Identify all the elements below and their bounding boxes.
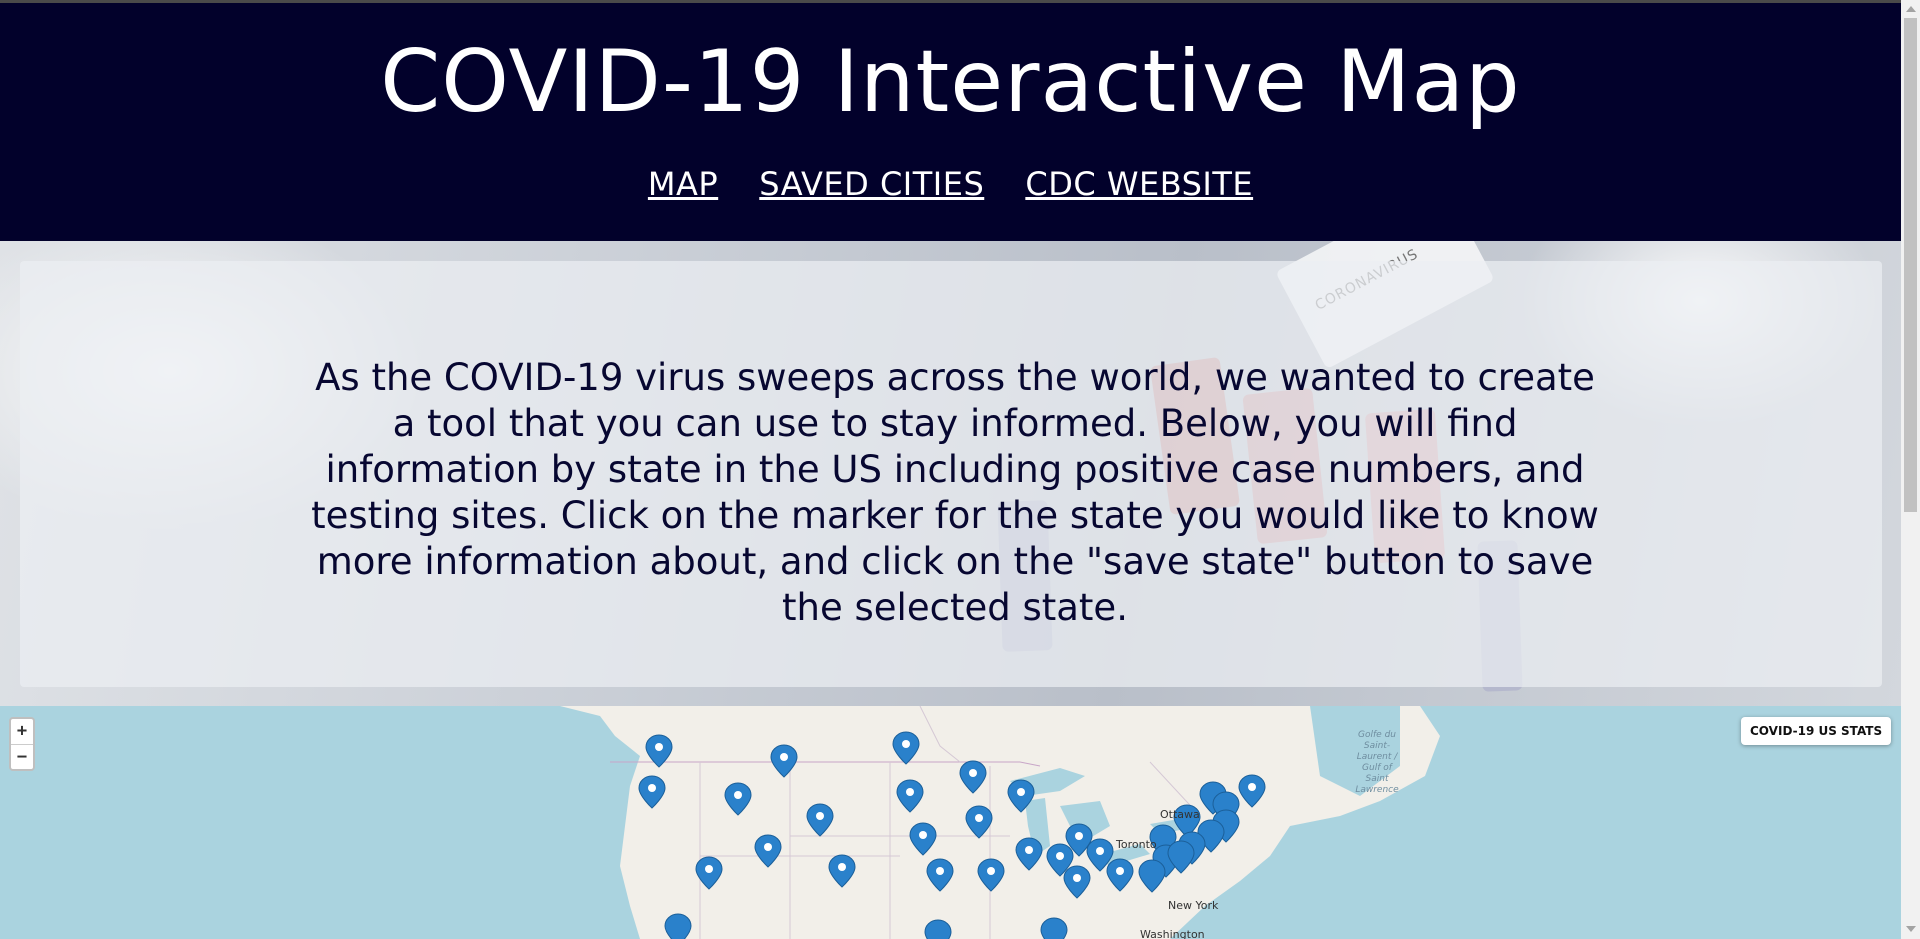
vertical-scrollbar[interactable] [1901,0,1920,939]
covid-map[interactable]: Ottawa Toronto New York Washington Golfe… [0,706,1901,939]
map-tiles[interactable] [0,706,1901,939]
map-marker-icon[interactable] [924,919,952,939]
covid-us-stats-button[interactable]: COVID-19 US STATS [1741,717,1892,745]
hero-section: CORONAVIRUS As the COVID-19 virus sweeps… [0,241,1901,706]
zoom-in-button[interactable]: + [11,719,33,745]
page-title: COVID-19 Interactive Map [380,32,1521,132]
zoom-control: + − [9,717,35,771]
zoom-out-button[interactable]: − [11,745,33,770]
nav-link-map[interactable]: MAP [648,165,718,203]
intro-card: As the COVID-19 virus sweeps across the … [20,261,1882,687]
land-north-america [560,706,1440,939]
nav-link-cdc-website[interactable]: CDC WEBSITE [1025,165,1253,203]
city-label-toronto: Toronto [1116,838,1157,851]
scroll-thumb[interactable] [1904,18,1917,512]
water-label-gulf: Golfe du Saint-Laurent / Gulf of Saint L… [1355,730,1399,795]
city-label-washington: Washington [1140,928,1205,939]
map-marker-icon[interactable] [1040,917,1068,939]
site-header: COVID-19 Interactive Map MAP SAVED CITIE… [0,3,1901,241]
city-label-new-york: New York [1168,899,1219,912]
scroll-down-arrow-icon[interactable] [1906,926,1916,932]
main-nav: MAP SAVED CITIES CDC WEBSITE [0,165,1901,203]
intro-text: As the COVID-19 virus sweeps across the … [311,356,1599,629]
nav-link-saved-cities[interactable]: SAVED CITIES [759,165,984,203]
scroll-up-arrow-icon[interactable] [1906,6,1916,12]
map-marker-icon[interactable] [664,913,692,939]
city-label-ottawa: Ottawa [1160,808,1200,821]
